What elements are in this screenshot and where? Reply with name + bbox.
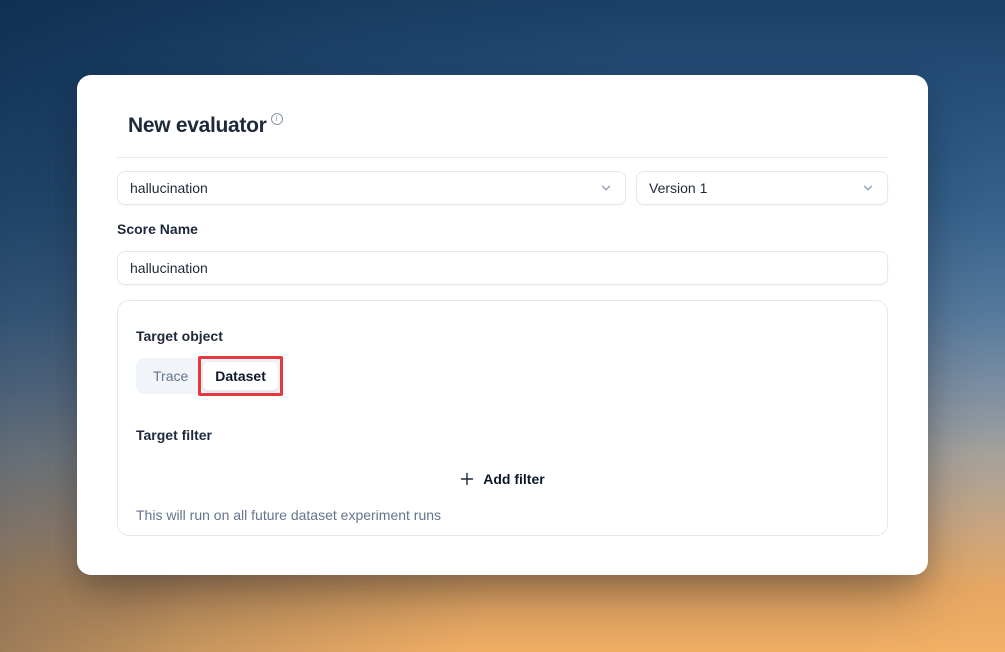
selects-row: hallucination Version 1 [117, 171, 888, 205]
chevron-down-icon [861, 181, 875, 195]
target-object-label: Target object [136, 328, 869, 344]
page-title: New evaluator [128, 114, 267, 138]
target-object-tabs: Trace Dataset [136, 358, 282, 394]
chevron-down-icon [599, 181, 613, 195]
score-name-label: Score Name [117, 221, 888, 237]
tab-trace[interactable]: Trace [139, 361, 202, 391]
add-filter-button[interactable]: Add filter [452, 467, 552, 491]
evaluator-select-value: hallucination [130, 180, 208, 196]
version-select[interactable]: Version 1 [636, 171, 888, 205]
target-config-card: Target object Trace Dataset Target filte… [117, 300, 888, 536]
version-select-value: Version 1 [649, 180, 707, 196]
target-filter-label: Target filter [136, 427, 869, 443]
info-icon[interactable]: i [271, 113, 283, 125]
dialog-header: New evaluator i [128, 114, 888, 138]
tab-dataset-wrap: Dataset [202, 361, 279, 391]
dataset-run-note: This will run on all future dataset expe… [136, 507, 869, 523]
evaluator-select[interactable]: hallucination [117, 171, 626, 205]
new-evaluator-dialog: New evaluator i hallucination Version 1 … [77, 75, 928, 575]
plus-icon [460, 472, 474, 486]
score-name-input[interactable] [117, 251, 888, 285]
add-filter-row: Add filter [136, 467, 869, 491]
tab-dataset[interactable]: Dataset [202, 361, 279, 391]
header-divider [117, 157, 888, 158]
add-filter-label: Add filter [483, 471, 544, 487]
